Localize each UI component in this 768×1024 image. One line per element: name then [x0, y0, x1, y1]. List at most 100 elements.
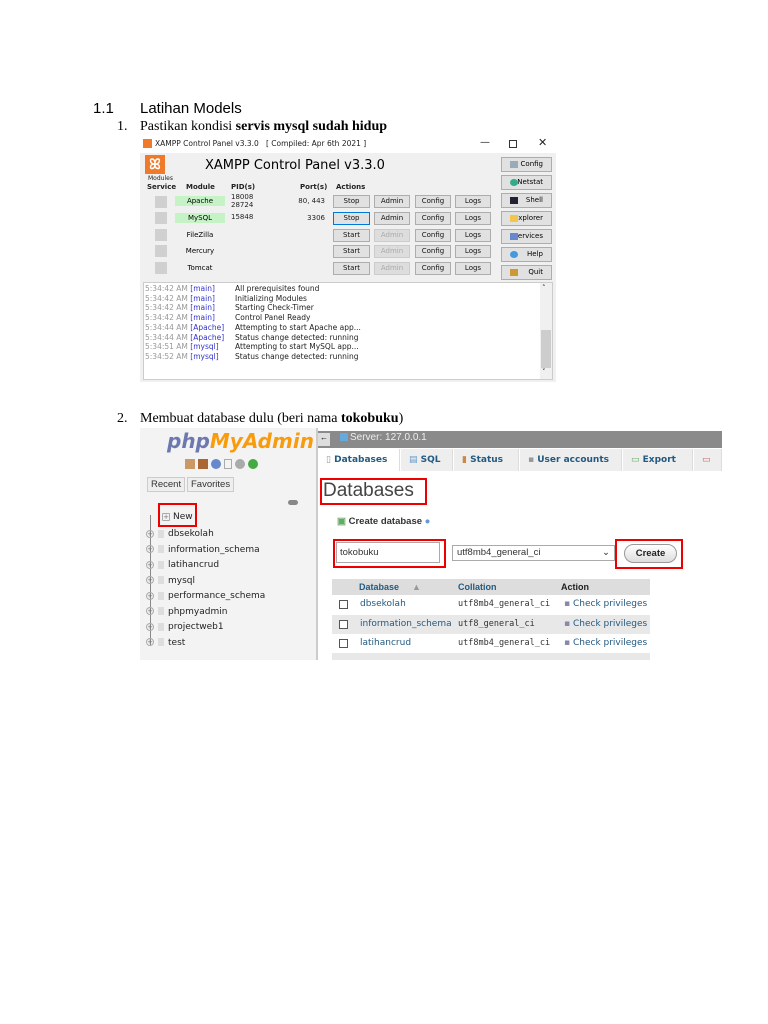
scrollbar-thumb[interactable] — [541, 330, 551, 368]
tree-item-label: information_schema — [168, 544, 260, 555]
server-breadcrumb[interactable]: Server: 127.0.0.1 — [350, 432, 427, 443]
config-button[interactable]: Config — [415, 195, 451, 208]
settings-icon[interactable] — [235, 459, 245, 469]
step-text: Membuat database dulu (beri nama tokobuk… — [140, 411, 403, 427]
scroll-up-icon[interactable]: ˄ — [542, 284, 546, 292]
row-checkbox[interactable] — [339, 600, 348, 609]
shell-button[interactable]: Shell — [501, 193, 552, 208]
service-checkbox[interactable] — [155, 212, 167, 224]
log-message: Attempting to start Apache app... — [235, 322, 361, 332]
logs-button[interactable]: Logs — [455, 195, 491, 208]
logs-button[interactable]: Logs — [455, 262, 491, 275]
database-icon — [158, 576, 164, 584]
recent-tab[interactable]: Recent — [147, 477, 186, 492]
tab-user-accounts[interactable]: ▪ User accounts — [520, 449, 622, 471]
service-checkbox[interactable] — [155, 229, 167, 241]
config-button[interactable]: Config — [415, 212, 451, 225]
help-icon[interactable]: ● — [425, 516, 431, 527]
tree-item-performance_schema[interactable]: + performance_schema — [146, 591, 265, 601]
maximize-icon[interactable] — [509, 140, 517, 148]
stop-button[interactable]: Stop — [333, 195, 370, 208]
config-button[interactable]: Config — [415, 262, 451, 275]
tab-databases[interactable]: ▯ Databases — [318, 449, 400, 471]
netstat-button[interactable]: Netstat — [501, 175, 552, 190]
admin-button[interactable]: Admin — [374, 195, 410, 208]
log-message: All prerequisites found — [235, 284, 320, 293]
service-checkbox[interactable] — [155, 262, 167, 274]
config-button[interactable]: Config — [415, 229, 451, 242]
collation-select[interactable]: utf8mb4_general_ci ⌄ — [452, 545, 615, 561]
folder-icon — [510, 215, 518, 222]
reload-icon[interactable] — [248, 459, 258, 469]
expand-icon[interactable]: + — [146, 545, 154, 553]
admin-button[interactable]: Admin — [374, 212, 410, 225]
logout-icon[interactable] — [198, 459, 208, 469]
help-icon[interactable] — [211, 459, 221, 469]
quit-button[interactable]: Quit — [501, 265, 552, 280]
step-text-bold: tokobuku — [340, 411, 399, 426]
step-text-plain: Pastikan kondisi — [140, 119, 236, 134]
log-scrollbar[interactable]: ˄ ˅ — [540, 283, 552, 379]
close-icon[interactable]: ✕ — [538, 136, 547, 149]
scroll-down-icon[interactable]: ˅ — [542, 368, 546, 376]
expand-icon[interactable]: + — [146, 560, 154, 569]
col-collation[interactable]: Collation — [458, 579, 497, 595]
expand-icon[interactable]: + — [146, 576, 154, 584]
sort-asc-icon[interactable]: ▲ — [412, 579, 421, 595]
explorer-button[interactable]: Explorer — [501, 211, 552, 226]
help-button[interactable]: Help — [501, 247, 552, 262]
service-checkbox[interactable] — [155, 245, 167, 257]
check-privileges-link[interactable]: ▪ Check privileges — [564, 634, 647, 653]
tab-import[interactable]: ▭ — [694, 449, 722, 471]
expand-icon[interactable]: + — [146, 622, 154, 631]
step-number: 2. — [117, 411, 128, 426]
check-privileges-link[interactable]: ▪ Check privileges — [564, 615, 647, 634]
tree-item-test[interactable]: + test — [146, 638, 185, 648]
tab-label: Export — [642, 455, 676, 465]
tree-item-projectweb1[interactable]: + projectweb1 — [146, 622, 224, 632]
expand-icon[interactable]: + — [146, 591, 154, 600]
logs-button[interactable]: Logs — [455, 212, 491, 225]
tab-status[interactable]: ▮ Status — [454, 449, 519, 471]
admin-button: Admin — [374, 229, 410, 242]
action-label: Check privileges — [572, 638, 648, 648]
start-button[interactable]: Start — [333, 229, 370, 242]
create-database-label: ▣ Create database ● — [337, 516, 431, 527]
home-icon[interactable] — [185, 459, 195, 469]
config-button[interactable]: Config — [415, 245, 451, 258]
pid: 15848 — [231, 213, 254, 221]
tab-export[interactable]: ▭ Export — [623, 449, 693, 471]
database-link[interactable]: latihancrud — [360, 634, 411, 653]
expand-icon[interactable]: + — [146, 607, 154, 615]
tab-sql[interactable]: ▤ SQL — [401, 449, 453, 471]
tree-item-latihancrud[interactable]: + latihancrud — [146, 560, 219, 570]
service-checkbox[interactable] — [155, 196, 167, 208]
tree-item-dbsekolah[interactable]: + dbsekolah — [146, 529, 214, 539]
collapse-icon[interactable]: ← — [318, 433, 330, 446]
minimize-icon[interactable]: — — [480, 137, 490, 148]
side-config-button[interactable]: Config — [501, 157, 552, 172]
tree-item-label: latihancrud — [168, 560, 220, 570]
logs-button[interactable]: Logs — [455, 229, 491, 242]
link-icon[interactable] — [288, 500, 298, 505]
col-database[interactable]: Database — [359, 579, 399, 595]
database-link[interactable]: information_schema — [360, 615, 452, 634]
favorites-tab[interactable]: Favorites — [187, 477, 235, 492]
tree-item-information_schema[interactable]: + information_schema — [146, 545, 260, 555]
tree-item-mysql[interactable]: + mysql — [146, 576, 195, 586]
check-privileges-link[interactable]: ▪ Check privileges — [564, 595, 647, 614]
expand-icon[interactable]: + — [146, 638, 154, 646]
services-button[interactable]: Services — [501, 229, 552, 244]
stop-button[interactable]: Stop — [333, 212, 370, 225]
docs-icon[interactable] — [224, 459, 232, 469]
row-checkbox[interactable] — [339, 619, 348, 629]
logs-button[interactable]: Logs — [455, 245, 491, 258]
database-link[interactable]: dbsekolah — [360, 595, 406, 614]
log-message: Status change detected: running — [235, 332, 359, 342]
start-button[interactable]: Start — [333, 262, 370, 275]
tree-item-phpmyadmin[interactable]: + phpmyadmin — [146, 607, 227, 617]
row-checkbox[interactable] — [339, 639, 348, 648]
phpmyadmin-logo[interactable]: phpMyAdmin — [167, 429, 314, 453]
start-button[interactable]: Start — [333, 245, 370, 258]
expand-icon[interactable]: + — [146, 529, 154, 538]
